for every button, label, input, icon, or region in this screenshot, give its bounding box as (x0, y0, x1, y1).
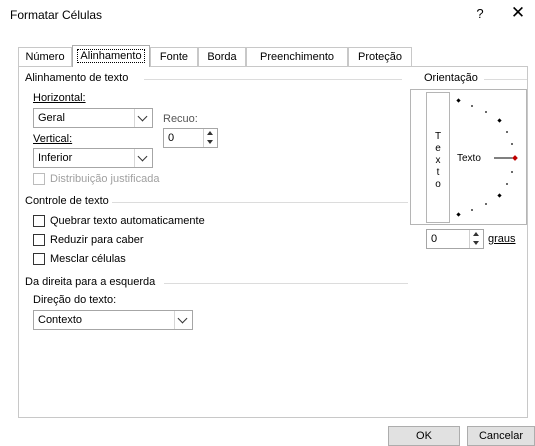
arrow-up-icon[interactable] (473, 232, 479, 236)
chevron-down-icon (177, 313, 188, 324)
text-direction-value: Contexto (38, 314, 83, 326)
horizontal-label: Horizontal: (33, 92, 86, 104)
arrow-up-icon[interactable] (207, 131, 213, 135)
text-direction-label: Direção do texto: (33, 294, 117, 306)
chevron-down-icon (137, 151, 148, 162)
indent-value: 0 (168, 132, 175, 144)
justify-distributed-checkbox (33, 173, 45, 185)
dial-dot (485, 111, 487, 113)
merge-cells-checkbox[interactable] (33, 253, 45, 265)
vertical-text-letter: t (436, 167, 440, 178)
degrees-label: graus (488, 233, 516, 245)
wrap-text-label[interactable]: Quebrar texto automaticamente (50, 215, 205, 227)
shrink-to-fit-label[interactable]: Reduzir para caber (50, 234, 144, 246)
vertical-text-letter: x (435, 155, 441, 166)
vertical-label: Vertical: (33, 133, 73, 145)
indent-label: Recuo: (163, 113, 198, 125)
tab-label: Fonte (159, 51, 189, 63)
horizontal-select[interactable]: Geral (33, 108, 153, 128)
tab-borda[interactable]: Borda (198, 47, 246, 66)
spinner-buttons[interactable] (469, 230, 483, 248)
tab-label: Alinhamento (77, 49, 145, 63)
vertical-text-letter: o (435, 179, 441, 190)
tab-preenchimento[interactable]: Preenchimento (246, 47, 348, 66)
text-alignment-group-label: Alinhamento de texto (25, 72, 129, 84)
chevron-down-icon (137, 111, 148, 122)
group-divider (164, 283, 408, 284)
cancel-button[interactable]: Cancelar (467, 426, 535, 446)
close-button[interactable]: ✕ (507, 3, 529, 23)
dial-dot (485, 203, 487, 205)
dial-marker-minus-45 (497, 193, 502, 198)
tab-protecao[interactable]: Proteção (348, 47, 412, 66)
dial-dot (511, 143, 513, 145)
text-control-group-label: Controle de texto (25, 195, 109, 207)
merge-cells-label[interactable]: Mesclar células (50, 253, 126, 265)
format-cells-dialog: Formatar Células ? ✕ Número Alinhamento … (0, 0, 535, 446)
tab-label: Borda (207, 51, 237, 63)
dropdown-button[interactable] (174, 311, 192, 329)
rtl-group-label: Da direita para a esquerda (25, 276, 156, 288)
dial-marker-45 (497, 118, 502, 123)
group-divider (484, 79, 527, 80)
dialog-title: Formatar Células (10, 8, 103, 22)
arrow-down-icon[interactable] (207, 140, 213, 144)
group-divider (144, 79, 402, 80)
ok-button[interactable]: OK (388, 426, 460, 446)
tab-alinhamento[interactable]: Alinhamento (72, 45, 150, 67)
dropdown-button[interactable] (134, 109, 152, 127)
horizontal-select-value: Geral (38, 112, 65, 124)
title-bar: Formatar Células ? ✕ (0, 0, 535, 30)
tab-label: Número (25, 51, 65, 63)
tab-label: Preenchimento (260, 51, 334, 63)
vertical-select[interactable]: Inferior (33, 148, 153, 168)
indent-spinner[interactable]: 0 (163, 128, 218, 148)
tab-fonte[interactable]: Fonte (150, 47, 198, 66)
arrow-down-icon[interactable] (473, 241, 479, 245)
vertical-select-value: Inferior (38, 152, 73, 164)
degrees-spinner[interactable]: 0 (426, 229, 484, 249)
spinner-buttons[interactable] (203, 129, 217, 147)
vertical-text-letter: T (434, 131, 442, 142)
vertical-text-button[interactable]: T e x t o (426, 92, 450, 223)
shrink-to-fit-checkbox[interactable] (33, 234, 45, 246)
dial-dot (506, 183, 508, 185)
wrap-text-checkbox[interactable] (33, 215, 45, 227)
tab-numero[interactable]: Número (18, 47, 72, 66)
dial-marker-minus-90 (456, 212, 461, 217)
dial-dot (471, 105, 473, 107)
help-button[interactable]: ? (470, 6, 490, 21)
orientation-group-label: Orientação (424, 72, 478, 84)
dial-text: Texto (457, 153, 481, 164)
dial-dot (511, 171, 513, 173)
dial-dot (471, 209, 473, 211)
tab-label: Proteção (357, 51, 403, 63)
dial-dot (506, 131, 508, 133)
text-direction-select[interactable]: Contexto (33, 310, 193, 330)
dial-pointer-marker[interactable] (512, 155, 518, 161)
group-divider (112, 202, 408, 203)
dial-marker-90 (456, 98, 461, 103)
dropdown-button[interactable] (134, 149, 152, 167)
justify-distributed-label: Distribuição justificada (50, 173, 160, 185)
vertical-text-letter: e (435, 143, 441, 154)
degrees-value: 0 (431, 233, 438, 245)
orientation-dial[interactable]: Texto (452, 92, 524, 223)
